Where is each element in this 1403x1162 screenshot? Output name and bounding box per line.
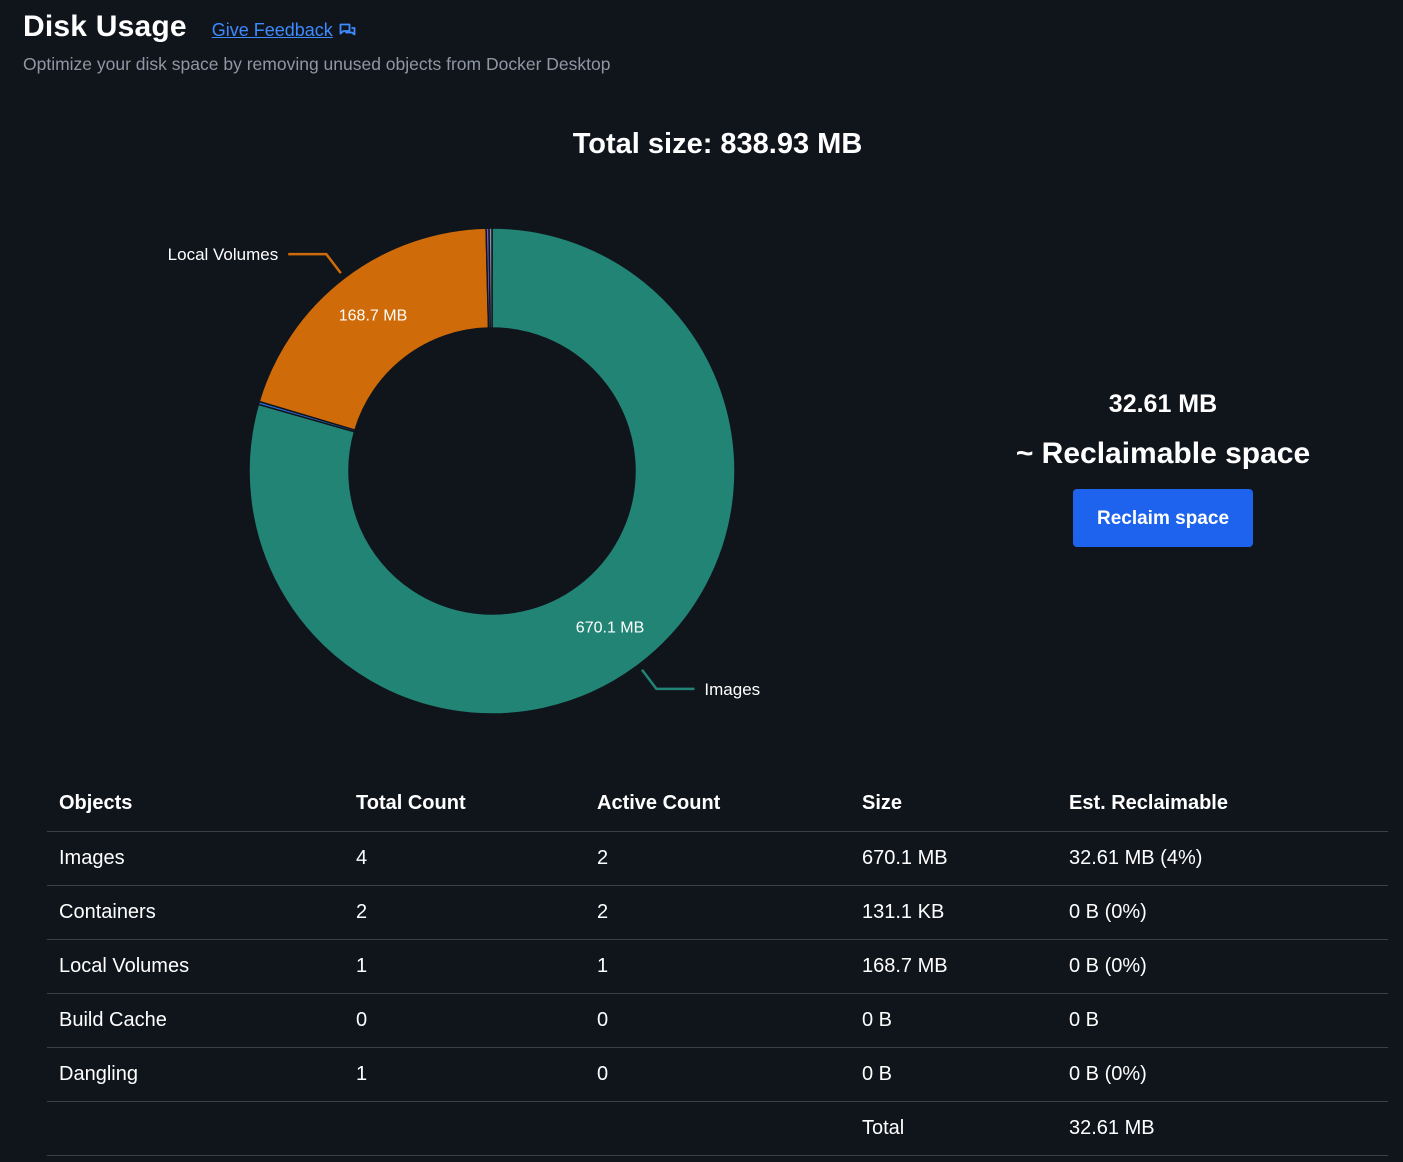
column-header-objects: Objects: [47, 775, 344, 832]
reclaimable-label: ~ Reclaimable space: [1015, 437, 1311, 470]
cell-object: Images: [47, 831, 344, 886]
reclaimable-value: 32.61 MB: [1108, 390, 1218, 418]
cell-object: Containers: [47, 885, 344, 940]
chat-bubbles-icon: [339, 23, 356, 36]
table-row: Containers 2 2 131.1 KB 0 B (0%): [47, 885, 1388, 940]
donut-slice-local-volumes: [258, 227, 490, 432]
cell-total-count: 1: [344, 1047, 585, 1102]
slice-leader-line-images: [640, 669, 695, 691]
cell-est-reclaimable: 0 B (0%): [1057, 1047, 1388, 1102]
cell-total-count: 4: [344, 831, 585, 886]
disk-usage-table: Objects Total Count Active Count Size Es…: [47, 775, 1388, 1156]
cell-size: 0 B: [850, 1047, 1057, 1102]
column-header-active-count: Active Count: [585, 775, 850, 832]
donut-slice-images: [248, 227, 736, 715]
table-row: Dangling 1 0 0 B 0 B (0%): [47, 1047, 1388, 1102]
cell-active-count: 0: [585, 993, 850, 1048]
column-header-total-count: Total Count: [344, 775, 585, 832]
disk-usage-donut-chart: 670.1 MB Images 168.7 MB Local Volumes: [168, 227, 760, 715]
slice-name-label-images: Images: [704, 680, 760, 699]
column-header-size: Size: [850, 775, 1057, 832]
page-title: Disk Usage: [23, 10, 187, 43]
donut-slice-build-cache: [485, 227, 492, 329]
total-value: 32.61 MB: [1057, 1101, 1388, 1156]
cell-active-count: 2: [585, 831, 850, 886]
title-row: Disk Usage Give Feedback: [23, 10, 610, 44]
disk-usage-page: Disk Usage Give Feedback Optimize your d…: [0, 0, 1403, 1162]
give-feedback-label: Give Feedback: [211, 20, 333, 40]
column-header-est-reclaimable: Est. Reclaimable: [1057, 775, 1388, 832]
table-total-row: Total 32.61 MB: [47, 1101, 1388, 1156]
cell-active-count: 0: [585, 1047, 850, 1102]
reclaimable-panel: 32.61 MB ~ Reclaimable space Reclaim spa…: [1003, 390, 1323, 547]
give-feedback-link[interactable]: Give Feedback: [212, 20, 356, 41]
cell-active-count: 2: [585, 885, 850, 940]
cell-est-reclaimable: 0 B (0%): [1057, 939, 1388, 994]
cell-total-count: 2: [344, 885, 585, 940]
cell-est-reclaimable: 0 B: [1057, 993, 1388, 1048]
cell-total-count: 0: [344, 993, 585, 1048]
donut-slice-dangling: [488, 227, 493, 329]
cell-size: 168.7 MB: [850, 939, 1057, 994]
table-row: Build Cache 0 0 0 B 0 B: [47, 993, 1388, 1048]
page-subtitle: Optimize your disk space by removing unu…: [23, 54, 611, 74]
table-header-row: Objects Total Count Active Count Size Es…: [47, 775, 1388, 832]
cell-object: Build Cache: [47, 993, 344, 1048]
slice-value-label-local-volumes: 168.7 MB: [339, 307, 407, 324]
cell-size: 670.1 MB: [850, 831, 1057, 886]
slice-value-label-images: 670.1 MB: [576, 619, 644, 636]
total-size-heading: Total size: 838.93 MB: [572, 128, 863, 160]
cell-total-count: 1: [344, 939, 585, 994]
cell-est-reclaimable: 32.61 MB (4%): [1057, 831, 1388, 886]
donut-slice-containers: [257, 400, 356, 433]
page-header: Disk Usage Give Feedback Optimize your d…: [23, 10, 610, 75]
table-row: Images 4 2 670.1 MB 32.61 MB (4%): [47, 831, 1388, 886]
cell-object: Dangling: [47, 1047, 344, 1102]
slice-name-label-local-volumes: Local Volumes: [168, 245, 279, 264]
cell-active-count: 1: [585, 939, 850, 994]
total-label: Total: [850, 1101, 1057, 1156]
table-row: Local Volumes 1 1 168.7 MB 0 B (0%): [47, 939, 1388, 994]
cell-object: Local Volumes: [47, 939, 344, 994]
reclaim-space-button[interactable]: Reclaim space: [1073, 489, 1253, 547]
cell-size: 131.1 KB: [850, 885, 1057, 940]
slice-leader-line-local-volumes: [288, 252, 342, 274]
cell-est-reclaimable: 0 B (0%): [1057, 885, 1388, 940]
cell-size: 0 B: [850, 993, 1057, 1048]
